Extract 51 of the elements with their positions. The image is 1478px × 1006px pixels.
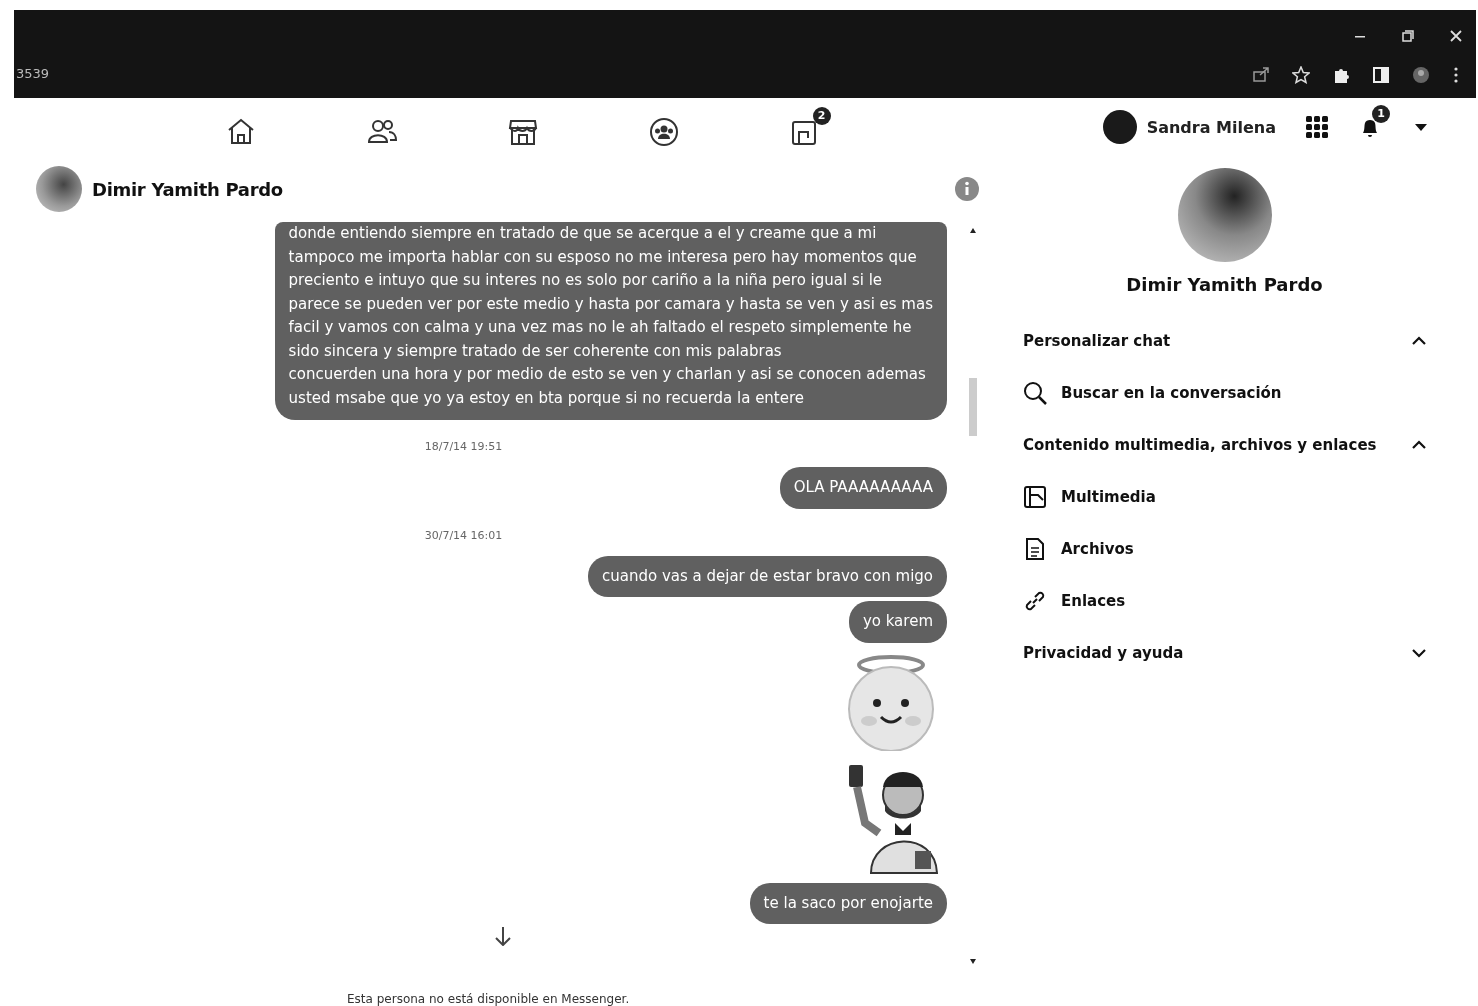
menu-item[interactable]: Buscar en la conversación bbox=[1061, 384, 1282, 402]
section-header[interactable]: Privacidad y ayuda bbox=[1023, 627, 1426, 679]
close-icon bbox=[1450, 30, 1462, 42]
scroll-up-icon bbox=[970, 228, 976, 233]
puzzle-icon bbox=[1332, 66, 1350, 84]
chevron-up-icon bbox=[1412, 336, 1426, 346]
chevron-up-icon bbox=[1412, 440, 1426, 450]
search-icon bbox=[1023, 381, 1047, 405]
unavailable-notice: Esta persona no está disponible en Messenger. bbox=[347, 992, 630, 1006]
contact-name: Dimir Yamith Pardo bbox=[92, 178, 283, 200]
nav-tab[interactable]: 2 bbox=[734, 107, 875, 147]
message-bubble: yo karem bbox=[848, 601, 947, 643]
message-bubble: cuando vas a dejar de estar bravo con migo bbox=[587, 555, 947, 597]
chevron-down-icon bbox=[1412, 648, 1426, 658]
menu-item[interactable]: Enlaces bbox=[1061, 592, 1126, 610]
tab-title: 3539 bbox=[16, 66, 50, 81]
notification-badge: 1 bbox=[1372, 105, 1390, 123]
restore-icon bbox=[1402, 30, 1414, 42]
timestamp: 30/7/14 16:01 bbox=[423, 527, 504, 544]
group-icon bbox=[648, 117, 679, 147]
menu-item[interactable]: Archivos bbox=[1061, 540, 1134, 558]
timestamp: 18/7/14 19:51 bbox=[423, 439, 504, 455]
info-button[interactable] bbox=[955, 177, 979, 201]
message-bubble: te la saco por enojarte bbox=[749, 882, 947, 924]
section-header[interactable]: Contenido multimedia, archivos y enlaces bbox=[1023, 419, 1426, 471]
star-icon bbox=[1292, 66, 1310, 84]
image-icon bbox=[1023, 485, 1047, 509]
arrow-down-icon bbox=[494, 926, 512, 946]
caret-icon bbox=[1414, 122, 1428, 132]
sidebar-icon bbox=[1372, 66, 1390, 84]
shop-icon bbox=[507, 117, 538, 147]
scroll-thumb[interactable] bbox=[969, 378, 977, 436]
section-header[interactable]: Personalizar chat bbox=[1023, 315, 1426, 367]
profile-avatar[interactable] bbox=[1102, 110, 1137, 144]
scroll-down-button[interactable] bbox=[494, 926, 512, 946]
bell-icon bbox=[1360, 117, 1380, 137]
apps-grid-icon bbox=[1306, 116, 1328, 138]
link-icon bbox=[1023, 589, 1047, 613]
document-icon bbox=[1023, 537, 1047, 561]
info-icon bbox=[955, 177, 979, 201]
message-bubble: OLA PAAAAAAAAA bbox=[779, 467, 947, 509]
contact-avatar[interactable] bbox=[36, 166, 82, 212]
more-icon bbox=[1452, 66, 1460, 84]
menu-item[interactable]: Multimedia bbox=[1061, 488, 1156, 506]
share-icon bbox=[1252, 66, 1270, 84]
profile-icon bbox=[1412, 66, 1430, 84]
contact-name: Dimir Yamith Pardo bbox=[1126, 274, 1323, 295]
message-bubble: donde entiendo siempre en tratado de que se acerque a el y creame que a mi tampoco me importa hablar con su esposo no me interesa pero hay momentos que preciento e intuyo que su interes no es solo por cariño a la niña pero igual si le parece se pueden ver por este medio y hasta por camara y hasta se ven y asi es mas facil y vamos con calma y una vez mas no le ah faltado el respeto simplemente he sido sincera y siempre tratado de ser coherente con mis palabras concuerden una hora y por medio de esto se ven y charlan y asi se conocen ademas usted msabe que yo ya estoy en bta porque si no recuerda la entere bbox=[274, 222, 947, 420]
notification-badge: 2 bbox=[812, 107, 831, 125]
scroll-down-icon bbox=[970, 959, 976, 964]
account-name[interactable]: Sandra Milena bbox=[1146, 117, 1276, 137]
